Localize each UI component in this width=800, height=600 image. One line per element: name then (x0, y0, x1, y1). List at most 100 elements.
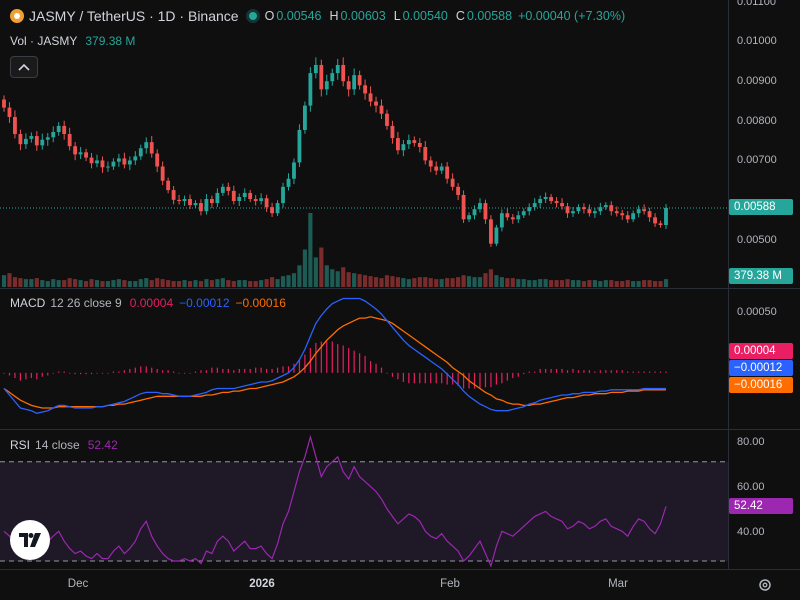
macd-histogram-bar (118, 371, 120, 373)
volume-bar (45, 281, 50, 287)
price-tick: 0.00800 (737, 115, 777, 127)
candle-body (576, 207, 581, 212)
candle-body (56, 125, 61, 132)
volume-bar (609, 280, 614, 287)
settings-gear-icon[interactable] (757, 577, 773, 593)
macd-hist-value: 0.00004 (129, 296, 174, 310)
tradingview-logo[interactable] (10, 520, 50, 560)
candle-body (527, 207, 532, 212)
volume-bar (499, 277, 504, 287)
volume-bar (532, 280, 537, 287)
volume-bar (384, 275, 390, 287)
volume-bar (592, 280, 597, 287)
candle-body (521, 211, 526, 216)
volume-bar (587, 280, 592, 287)
candle-body (95, 160, 99, 164)
candle-body (166, 180, 171, 191)
macd-histogram-bar (659, 371, 662, 373)
volume-bar (450, 278, 455, 287)
candle-body (116, 158, 121, 162)
macd-histogram-bar (665, 371, 667, 373)
macd-histogram-bar (632, 371, 634, 373)
candle-body (292, 162, 296, 179)
candle-body (127, 160, 132, 165)
candle-body (78, 152, 83, 155)
macd-histogram-bar (375, 363, 377, 373)
candle-body (111, 161, 116, 167)
candle-body (647, 211, 652, 218)
macd-histogram-bar (25, 372, 27, 380)
macd-histogram-bar (41, 372, 43, 377)
macd-histogram-bar (3, 372, 5, 374)
volume-bar (248, 281, 253, 287)
macd-histogram-bar (380, 367, 383, 373)
candle-body (379, 105, 384, 114)
macd-histogram-bar (326, 341, 328, 373)
volume-bar (116, 279, 121, 287)
macd-histogram-bar (200, 370, 202, 373)
candle-body (253, 199, 258, 202)
price-tick: 0.01100 (737, 0, 776, 8)
price-tick: 0.00900 (737, 75, 777, 87)
volume-bar (658, 281, 663, 287)
price-tick: 0.01000 (737, 35, 777, 47)
volume-bar (231, 281, 236, 287)
candle-body (100, 160, 105, 168)
last-price-tag: 0.00588 (729, 199, 793, 215)
candle-body (401, 144, 406, 151)
time-label-2026: 2026 (249, 578, 275, 590)
volume-bar (176, 281, 182, 287)
volume-bar (554, 280, 559, 287)
macd-histogram-bar (430, 372, 432, 384)
macd-histogram-bar (14, 372, 16, 379)
rsi-legend: RSI 14 close 52.42 (10, 438, 118, 452)
volume-bar (647, 280, 652, 287)
macd-histogram-bar (490, 372, 492, 388)
candle-body (390, 125, 395, 139)
macd-histogram-bar (123, 370, 125, 373)
macd-histogram-bar (162, 370, 164, 373)
candle-body (209, 199, 214, 204)
volume-tag: 379.38 M (729, 268, 793, 284)
candle-body (286, 178, 291, 187)
volume-bar (423, 277, 428, 287)
candle-body (450, 178, 455, 187)
candle-body (592, 211, 597, 214)
volume-bar (62, 280, 67, 287)
candle-body (220, 186, 225, 193)
symbol-title[interactable]: JASMY / TetherUS · 1D · Binance (29, 8, 239, 24)
candle-body (73, 146, 78, 155)
candle-body (609, 205, 614, 212)
macd-histogram-bar (337, 344, 339, 373)
macd-histogram-bar (145, 366, 147, 373)
candle-body (385, 113, 389, 126)
close-label: C (455, 9, 465, 23)
volume-bar (570, 280, 576, 287)
volume-bar (73, 279, 78, 287)
candle-body (549, 196, 554, 202)
candle-body (625, 215, 630, 220)
volume-bar (352, 273, 357, 287)
low-value: 0.00540 (402, 9, 448, 23)
volume-bar (226, 280, 231, 287)
macd-histogram-bar (583, 370, 585, 373)
price-tick: 0.00700 (737, 154, 777, 166)
macd-histogram-bar (495, 372, 497, 385)
macd-histogram-bar (173, 371, 175, 373)
candle-body (587, 209, 592, 214)
candle-body (330, 73, 335, 82)
candle-body (29, 136, 34, 139)
volume-bar (56, 280, 61, 287)
volume-bar (625, 280, 630, 287)
volume-bar (297, 265, 302, 287)
volume-bar (527, 280, 532, 287)
macd-histogram-bar (643, 371, 645, 373)
volume-bar (242, 280, 247, 287)
volume-bar (652, 281, 658, 287)
volume-bar (94, 280, 100, 287)
collapse-legend-button[interactable] (10, 56, 38, 78)
candle-body (406, 140, 411, 145)
close-value: 0.00588 (466, 9, 513, 23)
macd-histogram-bar (266, 368, 268, 373)
candle-body (13, 116, 17, 135)
